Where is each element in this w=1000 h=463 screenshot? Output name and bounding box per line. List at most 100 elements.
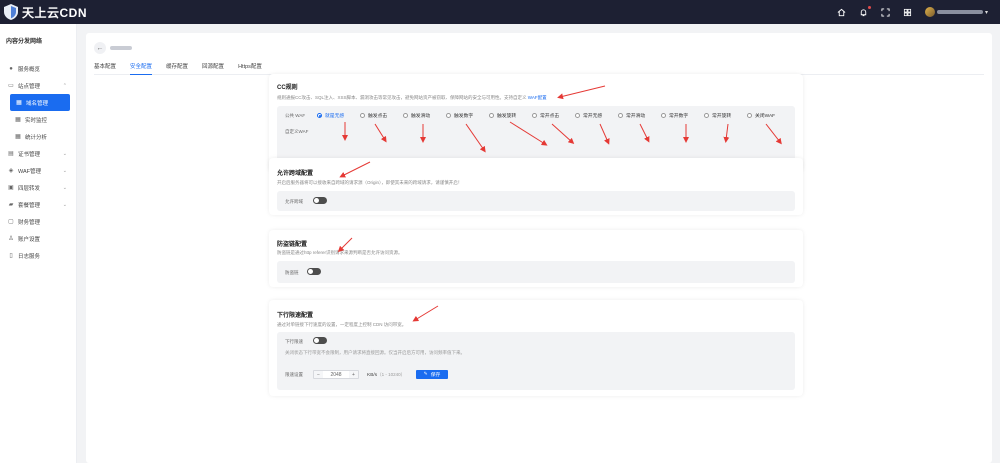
waf-option-label: 触发旋转 [497,114,517,119]
panel-description: 通过对单链接下行速度的设置，一定程度上控制 CDN 访问带宽。 [277,322,407,327]
panel-description: 开启后服务器将可以接收来自跨域的请求源（Origin），即使其未来的跨域请求，请… [277,180,463,185]
cors-label: 允许跨域 [285,199,303,204]
tab-https[interactable]: Https配置 [238,60,262,74]
public-waf-label: 公共 WAF [285,113,306,118]
speed-value[interactable]: 2048 [323,371,349,379]
tab-basic[interactable]: 基本配置 [94,60,116,74]
waf-option[interactable]: 常开滑动 [618,112,661,119]
speed-stepper[interactable]: − 2048 + [313,370,359,379]
forward-icon: ▣ [8,184,14,191]
sidebar-item-overview[interactable]: ● 服务概览 [0,60,76,77]
panel-title: CC规则 [277,85,298,91]
chevron-down-icon: ⌄ [62,201,67,208]
chevron-up-icon: ⌃ [62,82,67,89]
plus-button[interactable]: + [349,371,358,378]
sidebar-item-finance[interactable]: ▢ 财务管理 [0,213,76,230]
waf-option[interactable]: 触发滑动 [403,112,446,119]
radio-icon [575,113,580,118]
sidebar-item-logs[interactable]: ▯ 日志服务 [0,247,76,264]
sidebar-item-label: 域名管理 [26,100,49,107]
sidebar-item-sites[interactable]: ▭ 站点管理 ⌃ [0,77,76,94]
hotlink-toggle[interactable] [307,268,321,275]
sidebar-item-stats[interactable]: ▦ 统计分析 [0,128,76,145]
waf-option-label: 关闭WAF [755,114,776,119]
waf-config-link[interactable]: WAF配置 [528,95,547,100]
cors-panel: 允许跨域配置 开启后服务器将可以接收来自跨域的请求源（Origin），即使其未来… [269,158,803,215]
waf-options-box: 公共 WAF 就是无感 触发点击 触发滑动 触发数字 触发旋转 常开点击 常开无… [277,106,795,164]
chevron-down-icon: ▾ [984,9,988,16]
tab-security[interactable]: 安全配置 [130,60,153,75]
waf-option[interactable]: 就是无感 [317,112,360,119]
user-menu[interactable]: ▾ [924,7,988,17]
waf-option[interactable]: 常开数字 [661,112,704,119]
tab-origin[interactable]: 回源配置 [202,60,224,74]
grid-icon[interactable] [903,7,913,17]
tab-cache[interactable]: 缓存配置 [166,60,188,74]
waf-option[interactable]: 常开旋转 [704,112,747,119]
cert-icon: ▤ [8,150,14,157]
domain-blurred [110,46,132,50]
waf-option[interactable]: 触发旋转 [489,112,532,119]
sidebar-item-waf[interactable]: ◈ WAF管理 ⌄ [0,162,76,179]
sidebar-item-l4[interactable]: ▣ 四层转发 ⌄ [0,179,76,196]
grid-icon: ▦ [16,99,22,106]
sidebar-item-packages[interactable]: ▰ 套餐管理 ⌄ [0,196,76,213]
radio-icon [446,113,451,118]
save-button[interactable]: ✎ 保存 [416,370,448,379]
sidebar-item-certs[interactable]: ▤ 证书管理 ⌄ [0,145,76,162]
ratelimit-box: 下行限速 关闭状态下行带宽不会限制，用户请求将直接回源。仅当开启后方可用，访问频… [277,332,795,390]
sidebar-item-label: 账户设置 [18,236,41,243]
waf-option-label: 常开旋转 [712,114,732,119]
sidebar-item-monitor[interactable]: ▦ 实时监控 [0,111,76,128]
panel-description: 规则通报CC攻击、SQL注入、XSS脚本、漏洞攻击等常见攻击，避免网站资产被窃取… [277,95,547,101]
sidebar-item-label: 实时监控 [25,117,48,124]
chevron-down-icon: ⌄ [62,150,67,157]
sidebar-title: 内容分发网络 [6,39,43,45]
sidebar-item-label: 站点管理 [18,83,41,90]
radio-icon [360,113,365,118]
radio-icon [618,113,623,118]
ratelimit-hint: 关闭状态下行带宽不会限制，用户请求将直接回源。仅当开启后方可用，访问频率值下来。 [285,350,465,355]
panel-title: 允许跨域配置 [277,171,314,177]
minus-button[interactable]: − [314,371,323,378]
sidebar-item-label: WAF管理 [18,168,42,175]
custom-waf-label: 自定义WAF [285,129,309,134]
hotlink-panel: 防盗链配置 防盗链是通过http referer识别请求来源判断是否允许访问资源… [269,230,803,287]
panel-description: 防盗链是通过http referer识别请求来源判断是否允许访问资源。 [277,250,403,255]
unit-text: KB/s [367,373,378,378]
waf-option[interactable]: 常开无感 [575,112,618,119]
waf-option-label: 常开数字 [669,114,689,119]
sidebar-item-label: 证书管理 [18,151,41,158]
bell-icon[interactable] [859,6,871,17]
waf-option[interactable]: 关闭WAF [747,112,790,119]
waf-option[interactable]: 触发点击 [360,112,403,119]
shield-icon: ◈ [8,167,14,174]
ratelimit-toggle[interactable] [313,337,327,344]
grid-icon: ▦ [15,133,21,140]
waf-radio-group: 就是无感 触发点击 触发滑动 触发数字 触发旋转 常开点击 常开无感 常开滑动 … [317,112,790,119]
hotlink-label: 防盗链 [285,270,299,275]
sidebar-item-account[interactable]: ♙ 账户设置 [0,230,76,247]
brand[interactable]: 天上云CDN [0,4,87,21]
speed-label: 限速设置 [285,372,303,377]
username-blurred [936,10,983,14]
panel-title: 防盗链配置 [277,242,308,248]
radio-icon [704,113,709,118]
sidebar-item-label: 四层转发 [18,185,41,192]
waf-option-label: 就是无感 [325,114,345,119]
fullscreen-icon[interactable] [881,7,891,17]
panel-description-text: 规则通报CC攻击、SQL注入、XSS脚本、漏洞攻击等常见攻击，避免网站资产被窃取… [277,95,527,100]
waf-option-label: 常开点击 [540,114,560,119]
chevron-down-icon: ⌄ [62,167,67,174]
waf-option[interactable]: 常开点击 [532,112,575,119]
cors-toggle[interactable] [313,197,327,204]
radio-icon [747,113,752,118]
sidebar-item-domains[interactable]: ▦ 域名管理 [10,94,70,111]
cors-row: 允许跨域 [277,191,795,211]
user-icon: ♙ [8,235,14,242]
hotlink-row: 防盗链 [277,261,795,283]
home-icon[interactable] [837,7,847,17]
notification-dot [867,6,871,9]
back-arrow-icon[interactable]: ← [94,42,106,54]
waf-option[interactable]: 触发数字 [446,112,489,119]
